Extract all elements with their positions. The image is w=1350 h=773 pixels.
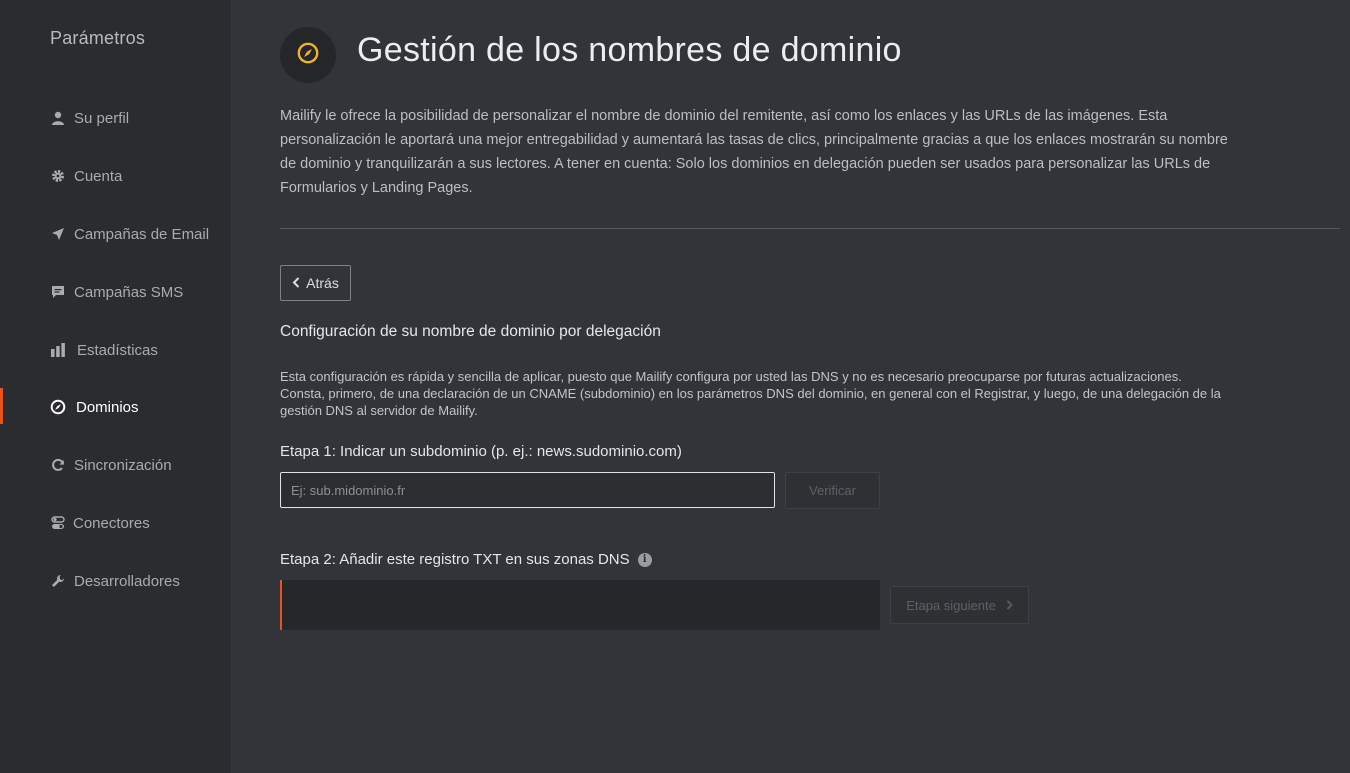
paper-plane-icon — [50, 226, 66, 242]
sidebar-item-label: Desarrolladores — [74, 572, 180, 590]
page-badge — [280, 27, 336, 83]
sidebar-item-connectors[interactable]: Conectores — [0, 503, 231, 543]
wrench-icon — [50, 573, 66, 589]
compass-icon — [50, 399, 66, 415]
sidebar-item-statistics[interactable]: Estadísticas — [0, 330, 231, 370]
sidebar-item-developers[interactable]: Desarrolladores — [0, 561, 231, 601]
gear-icon — [50, 168, 66, 184]
sidebar-item-sms-campaigns[interactable]: Campañas SMS — [0, 272, 231, 312]
next-step-button[interactable]: Etapa siguiente — [890, 586, 1029, 624]
sidebar-item-label: Sincronización — [74, 456, 172, 474]
back-button-label: Atrás — [306, 275, 339, 291]
divider — [280, 228, 1340, 229]
sidebar-title: Parámetros — [50, 28, 146, 48]
sidebar-item-sync[interactable]: Sincronización — [0, 445, 231, 485]
step2-label: Etapa 2: Añadir este registro TXT en sus… — [280, 551, 652, 568]
subdomain-input[interactable] — [280, 472, 775, 508]
next-step-label: Etapa siguiente — [906, 597, 996, 613]
chevron-left-icon — [292, 275, 300, 291]
section-description: Esta configuración es rápida y sencilla … — [280, 369, 1221, 418]
chevron-right-icon — [1006, 598, 1013, 613]
back-button[interactable]: Atrás — [280, 265, 351, 301]
sidebar-item-label: Dominios — [76, 398, 139, 416]
page-title: Gestión de los nombres de dominio — [357, 31, 902, 69]
sidebar-item-label: Campañas de Email — [74, 225, 210, 243]
sidebar-item-label: Conectores — [73, 514, 150, 532]
chat-bubble-icon — [50, 284, 66, 300]
step2-label-text: Etapa 2: Añadir este registro TXT en sus… — [280, 551, 630, 568]
sidebar-item-profile[interactable]: Su perfil — [0, 98, 231, 138]
main-content: Gestión de los nombres de dominio Mailif… — [231, 0, 1350, 773]
sidebar-item-domains[interactable]: Dominios — [0, 387, 231, 427]
refresh-icon — [50, 457, 66, 473]
bar-chart-icon — [50, 342, 66, 358]
user-icon — [50, 110, 66, 126]
step1-label: Etapa 1: Indicar un subdominio (p. ej.: … — [280, 443, 682, 460]
sidebar-item-label: Cuenta — [74, 167, 123, 185]
sidebar: Parámetros Su perfil Cuenta Campañas de … — [0, 0, 231, 773]
compass-icon — [296, 41, 320, 70]
sidebar-item-label: Campañas SMS — [74, 283, 184, 301]
info-icon[interactable]: i — [637, 552, 652, 567]
toggle-icon — [50, 515, 66, 531]
sidebar-item-account[interactable]: Cuenta — [0, 156, 231, 196]
section-title: Configuración de su nombre de dominio po… — [280, 323, 661, 340]
intro-text: Mailify le ofrece la posibilidad de pers… — [280, 108, 1228, 196]
sidebar-item-label: Estadísticas — [77, 341, 158, 359]
sidebar-item-email-campaigns[interactable]: Campañas de Email — [0, 214, 231, 254]
verify-button[interactable]: Verificar — [785, 472, 880, 509]
sidebar-item-label: Su perfil — [74, 109, 130, 127]
txt-record-box[interactable] — [280, 580, 880, 630]
